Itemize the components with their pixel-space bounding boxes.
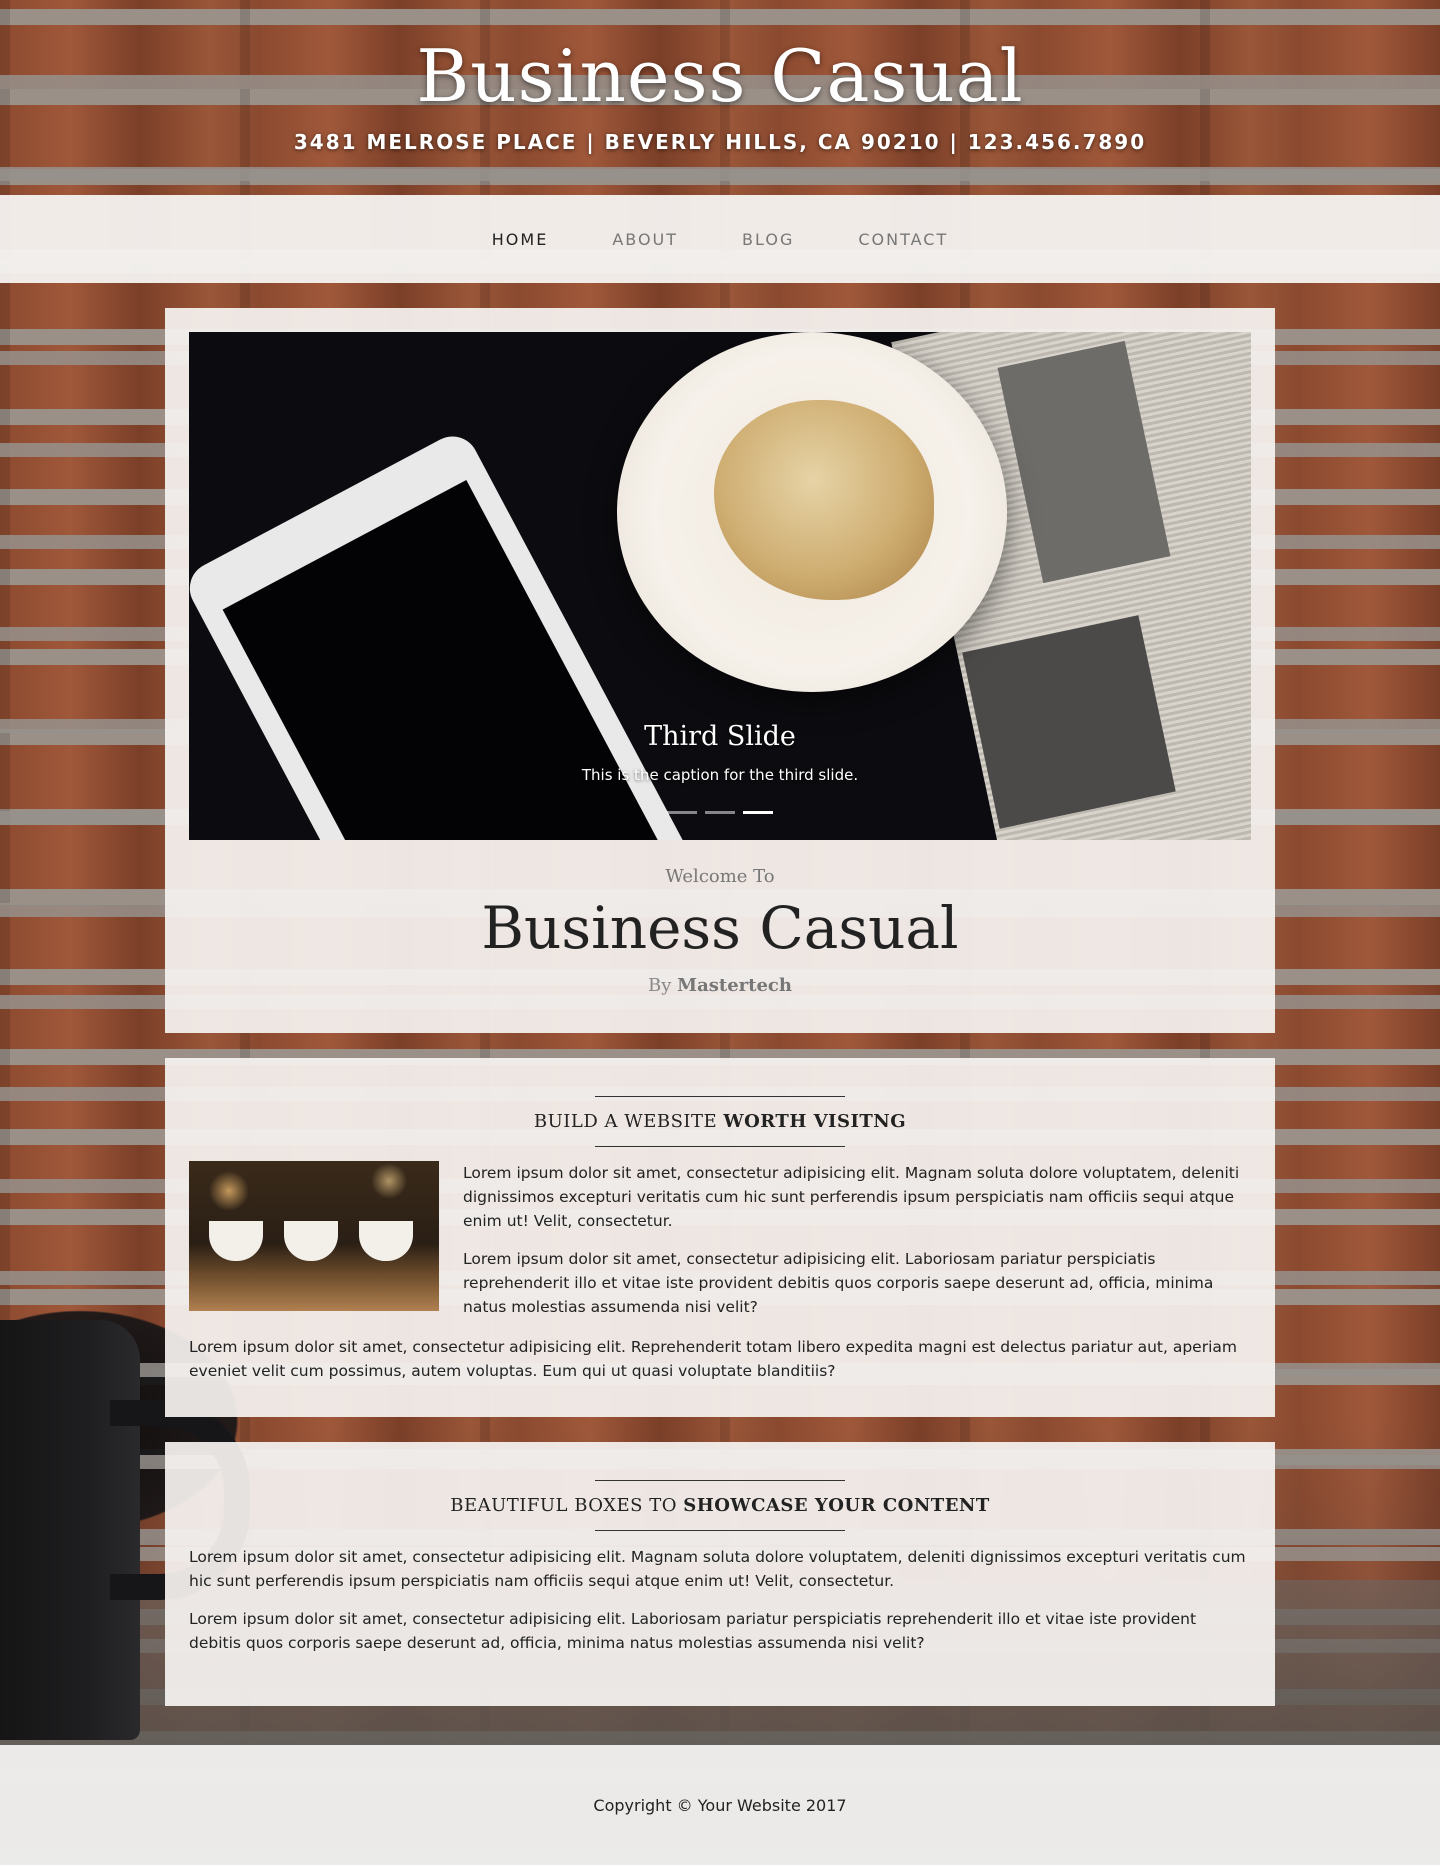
nav-item-contact[interactable]: CONTACT xyxy=(826,230,980,249)
coffee-cup xyxy=(209,1221,263,1261)
image-carousel[interactable]: Third Slide This is the caption for the … xyxy=(189,332,1251,840)
carousel-indicator-3[interactable] xyxy=(743,811,773,814)
byline-author: Mastertech xyxy=(677,974,792,996)
site-address: 3481 MELROSE PLACE | BEVERLY HILLS, CA 9… xyxy=(293,130,1147,154)
coffee-cups-image xyxy=(189,1161,439,1311)
welcome-subtitle: Welcome To xyxy=(665,866,775,887)
section-heading: BUILD A WEBSITE WORTH VISITNG xyxy=(189,1096,1251,1147)
tablet-screen xyxy=(222,480,673,840)
heading-rule-bottom xyxy=(595,1530,845,1532)
carousel-indicator-2[interactable] xyxy=(705,811,735,814)
main-navbar: HOME ABOUT BLOG CONTACT xyxy=(0,195,1440,283)
section-title-bold: SHOWCASE YOUR CONTENT xyxy=(683,1495,990,1517)
copyright-text: Copyright © Your Website 2017 xyxy=(593,1795,847,1815)
paragraph: Lorem ipsum dolor sit amet, consectetur … xyxy=(463,1164,1240,1231)
site-header: Business Casual 3481 MELROSE PLACE | BEV… xyxy=(0,0,1440,195)
coffee-cup xyxy=(359,1221,413,1261)
hero-box: Third Slide This is the caption for the … xyxy=(165,308,1275,1033)
showcase-section: BEAUTIFUL BOXES TO SHOWCASE YOUR CONTENT… xyxy=(165,1442,1275,1707)
section-title-bold: WORTH VISITNG xyxy=(723,1111,907,1132)
nav-item-about[interactable]: ABOUT xyxy=(580,230,710,249)
carousel-caption-text: This is the caption for the third slide. xyxy=(581,766,859,784)
content-row: Lorem ipsum dolor sit amet, consectetur … xyxy=(189,1161,1251,1333)
welcome-title: Business Casual xyxy=(481,894,959,962)
paragraph: Lorem ipsum dolor sit amet, consectetur … xyxy=(189,1338,1237,1381)
site-title: Business Casual xyxy=(416,34,1024,118)
carousel-indicators xyxy=(189,811,1251,814)
content-text: Lorem ipsum dolor sit amet, consectetur … xyxy=(463,1161,1251,1333)
nav-item-blog[interactable]: BLOG xyxy=(710,230,826,249)
paragraph: Lorem ipsum dolor sit amet, consectetur … xyxy=(463,1250,1214,1317)
welcome-byline: By Mastertech xyxy=(189,975,1251,996)
heading-rule-bottom xyxy=(595,1146,845,1147)
section-title: BUILD A WEBSITE WORTH VISITNG xyxy=(189,1097,1251,1146)
coffee-cup xyxy=(284,1221,338,1261)
nav-item-home[interactable]: HOME xyxy=(460,230,581,249)
section-title-light: BEAUTIFUL BOXES TO xyxy=(450,1495,677,1517)
byline-prefix: By xyxy=(648,974,672,996)
paragraph: Lorem ipsum dolor sit amet, consectetur … xyxy=(189,1548,1246,1591)
build-website-section: BUILD A WEBSITE WORTH VISITNG Lorem ipsu… xyxy=(165,1058,1275,1418)
welcome-block: Welcome To Business Casual By Mastertech xyxy=(189,866,1251,996)
carousel-indicator-1[interactable] xyxy=(667,811,697,814)
section-title: BEAUTIFUL BOXES TO SHOWCASE YOUR CONTENT xyxy=(189,1481,1251,1530)
paragraph: Lorem ipsum dolor sit amet, consectetur … xyxy=(189,1610,1197,1653)
section-title-light: BUILD A WEBSITE xyxy=(533,1111,718,1132)
carousel-caption-title: Third Slide xyxy=(644,721,796,752)
site-footer: Copyright © Your Website 2017 xyxy=(0,1745,1440,1865)
section-heading: BEAUTIFUL BOXES TO SHOWCASE YOUR CONTENT xyxy=(189,1480,1251,1532)
carousel-caption: Third Slide This is the caption for the … xyxy=(189,721,1251,784)
